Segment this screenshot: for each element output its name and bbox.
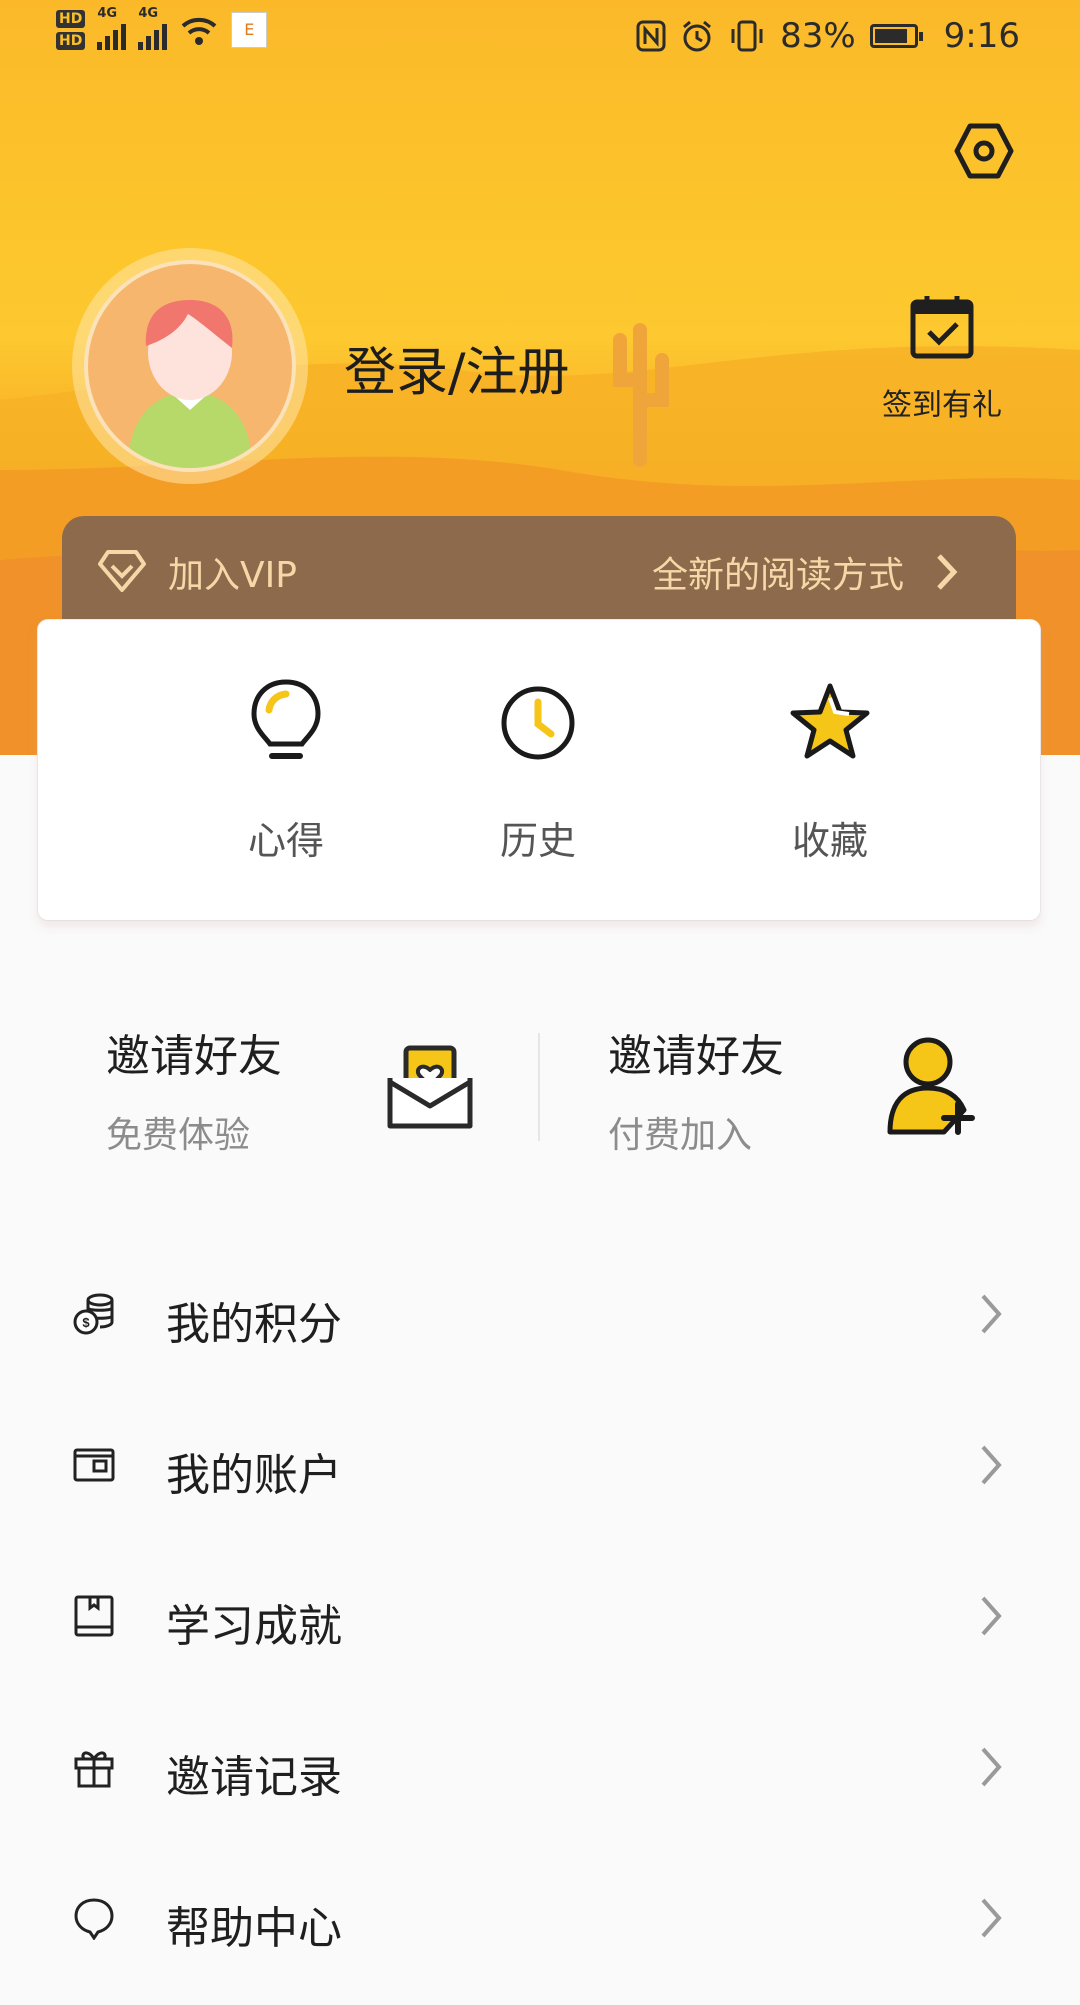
quick-action-notes[interactable]: 心得 xyxy=(186,678,386,865)
chevron-right-icon xyxy=(981,1747,1002,1787)
add-user-icon xyxy=(887,1037,975,1135)
invite-free-trial[interactable]: 邀请好友 免费体验 xyxy=(106,1020,586,1170)
vip-banner[interactable]: 加入VIP 全新的阅读方式 xyxy=(62,516,1016,626)
clock-time: 9:16 xyxy=(943,16,1020,56)
clock-icon xyxy=(501,686,575,760)
invite-divider xyxy=(538,1033,540,1141)
settings-button[interactable] xyxy=(953,120,1015,182)
avatar xyxy=(84,260,296,472)
menu-item-help[interactable]: 帮助中心 xyxy=(0,1854,1080,2005)
menu-item-label: 邀请记录 xyxy=(166,1752,342,1803)
coins-icon: $ xyxy=(73,1293,114,1335)
diamond-icon xyxy=(98,550,146,592)
svg-text:$: $ xyxy=(82,1315,90,1330)
chevron-right-icon xyxy=(981,1596,1002,1636)
gear-icon xyxy=(954,123,1014,179)
calendar-check-icon xyxy=(910,296,974,359)
battery-icon xyxy=(869,24,923,48)
wifi-icon xyxy=(182,17,217,45)
signal-icon: 4G xyxy=(138,6,168,50)
alarm-icon xyxy=(683,20,712,52)
battery-percent: 83% xyxy=(780,16,856,56)
chevron-right-icon xyxy=(981,1294,1002,1334)
vibrate-icon xyxy=(731,20,763,52)
menu-item-points[interactable]: $ 我的积分 xyxy=(0,1250,1080,1401)
vip-title: 加入VIP xyxy=(168,555,297,596)
invite-title: 邀请好友 xyxy=(106,1031,282,1082)
lightbulb-icon xyxy=(251,679,321,759)
invite-subtitle: 付费加入 xyxy=(608,1115,753,1156)
menu-item-label: 帮助中心 xyxy=(166,1903,342,1954)
chevron-right-icon xyxy=(981,1898,1002,1938)
help-icon xyxy=(74,1898,114,1940)
settings-menu-list: $ 我的积分 我的账户 学习成就 邀请记录 帮助中心 xyxy=(0,1250,1080,2005)
quick-action-history[interactable]: 历史 xyxy=(438,678,638,865)
book-icon xyxy=(74,1595,114,1637)
gift-icon xyxy=(74,1751,114,1788)
menu-item-achievements[interactable]: 学习成就 xyxy=(0,1552,1080,1703)
wallet-icon xyxy=(73,1448,115,1482)
daily-checkin-button[interactable]: 签到有礼 xyxy=(872,292,1012,424)
status-bar: HD HD 4G 4G E 83% 9:16 xyxy=(0,0,1080,78)
default-avatar-icon xyxy=(128,300,252,468)
chevron-right-icon xyxy=(981,1445,1002,1485)
nfc-icon xyxy=(636,20,666,52)
vip-subtitle: 全新的阅读方式 xyxy=(651,555,904,596)
menu-item-label: 我的账户 xyxy=(166,1450,342,1501)
quick-action-label: 收藏 xyxy=(791,819,868,863)
invite-paid-join[interactable]: 邀请好友 付费加入 xyxy=(608,1020,1080,1170)
avatar-button[interactable] xyxy=(72,248,308,484)
quick-action-favorites[interactable]: 收藏 xyxy=(730,678,930,865)
menu-item-label: 我的积分 xyxy=(166,1299,342,1350)
chevron-right-icon xyxy=(937,554,958,590)
invite-title: 邀请好友 xyxy=(608,1031,784,1082)
checkin-label: 签到有礼 xyxy=(882,388,1002,423)
quick-action-label: 历史 xyxy=(499,819,576,863)
envelope-heart-icon xyxy=(387,1045,473,1129)
invite-subtitle: 免费体验 xyxy=(106,1115,251,1156)
menu-item-invite-records[interactable]: 邀请记录 xyxy=(0,1703,1080,1854)
quick-actions-card: 心得 历史 收藏 xyxy=(38,620,1040,920)
quick-action-label: 心得 xyxy=(247,819,324,863)
login-register-link[interactable]: 登录/注册 xyxy=(344,330,570,405)
app-notification-icon: E xyxy=(231,12,268,48)
menu-item-account[interactable]: 我的账户 xyxy=(0,1401,1080,1552)
hd-voice-icon: HD HD xyxy=(56,10,86,50)
menu-item-label: 学习成就 xyxy=(166,1601,342,1652)
signal-icon: 4G xyxy=(97,6,127,50)
star-icon xyxy=(790,683,870,759)
